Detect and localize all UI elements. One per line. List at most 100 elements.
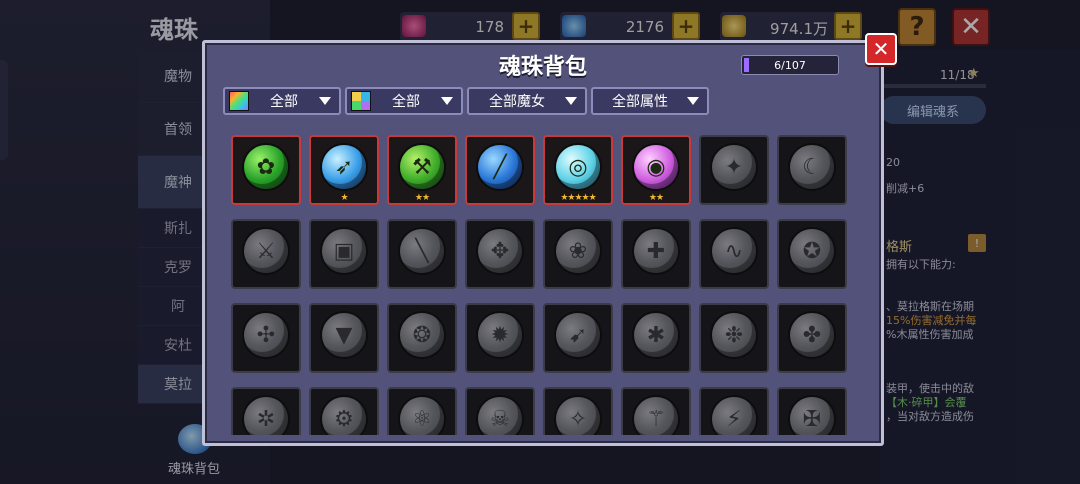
orb-slot[interactable]: ✣ <box>231 303 301 373</box>
locked-orb-icon: ➹ <box>556 313 600 357</box>
orb-emblem-icon: ✥ <box>490 238 510 264</box>
orb-slot[interactable]: ✤ <box>777 303 847 373</box>
orb-slot[interactable]: ➹ <box>543 303 613 373</box>
bag-capacity: 6/107 <box>741 55 839 75</box>
orb-slot[interactable]: ⚛ <box>387 387 457 435</box>
filter-label: 全部 <box>270 94 298 110</box>
orb-slot[interactable]: ⚙ <box>309 387 379 435</box>
orb-slot[interactable]: ✦ <box>699 135 769 205</box>
filter-witch-dropdown[interactable]: 全部魔女 <box>467 87 587 115</box>
locked-orb-icon: ✥ <box>478 229 522 273</box>
close-dialog-button[interactable]: ✕ <box>865 33 897 65</box>
star-rating: ★★★★★ <box>560 193 596 203</box>
filter-element-dropdown[interactable]: 全部 <box>223 87 341 115</box>
locked-orb-icon: ❀ <box>556 229 600 273</box>
locked-orb-icon: ☾ <box>790 145 834 189</box>
orb-slot[interactable]: ✥ <box>465 219 535 289</box>
orb-grid: ✿ ➶ ★ ⚒ ★★ ╱ ◎ ★★★★★ ◉ ★★ ✦ ☾ ⚔ ▣ ╲ ✥ ❀ ✚ ∿ ✪ ✣ ▼ ❂ ✹ ➹ ✱ ❉ ✤ ✲ ⚙ ⚛ ☠ ✧ ⚚… <box>229 135 859 435</box>
orb-emblem-icon: ✿ <box>256 154 276 180</box>
green-hammer-orb-icon: ⚒ <box>400 145 444 189</box>
filter-type-dropdown[interactable]: 全部 <box>345 87 463 115</box>
orb-slot[interactable]: ▼ <box>309 303 379 373</box>
locked-orb-icon: ⚙ <box>322 397 366 435</box>
orb-slot[interactable]: ∿ <box>699 219 769 289</box>
orb-slot[interactable]: ⚡ <box>699 387 769 435</box>
locked-orb-icon: ✦ <box>712 145 756 189</box>
blue-bow-orb-icon: ➶ <box>322 145 366 189</box>
orb-slot[interactable]: ✠ <box>777 387 847 435</box>
golden-ring-orb-icon: ◎ <box>556 145 600 189</box>
orb-slot[interactable]: ❂ <box>387 303 457 373</box>
capacity-fill <box>744 58 749 72</box>
filter-label: 全部魔女 <box>489 94 545 110</box>
filter-attribute-dropdown[interactable]: 全部属性 <box>591 87 709 115</box>
locked-orb-icon: ∿ <box>712 229 756 273</box>
star-rating: ★ <box>340 193 348 203</box>
orb-slot[interactable]: ◎ ★★★★★ <box>543 135 613 205</box>
star-rating: ★★ <box>648 193 664 203</box>
chevron-down-icon <box>441 97 453 105</box>
locked-orb-icon: ⚛ <box>400 397 444 435</box>
chevron-down-icon <box>565 97 577 105</box>
locked-orb-icon: ☠ <box>478 397 522 435</box>
chevron-down-icon <box>319 97 331 105</box>
orb-slot[interactable]: ✲ <box>231 387 301 435</box>
orb-slot[interactable]: ▣ <box>309 219 379 289</box>
orb-emblem-icon: ➶ <box>334 154 354 180</box>
orb-emblem-icon: ⚙ <box>334 406 354 432</box>
star-rating: ★★ <box>414 193 430 203</box>
orb-emblem-icon: ✱ <box>646 322 666 348</box>
orb-slot[interactable]: ✱ <box>621 303 691 373</box>
orb-emblem-icon: ⚔ <box>256 238 276 264</box>
locked-orb-icon: ❉ <box>712 313 756 357</box>
filter-label: 全部属性 <box>612 94 668 110</box>
orb-emblem-icon: ☠ <box>490 406 510 432</box>
orb-emblem-icon: ╲ <box>415 238 429 264</box>
orb-emblem-icon: ⚚ <box>646 406 666 432</box>
capacity-text: 6/107 <box>774 58 806 72</box>
orb-slot[interactable]: ╱ <box>465 135 535 205</box>
orb-slot[interactable]: ❀ <box>543 219 613 289</box>
orb-emblem-icon: ⚒ <box>412 154 432 180</box>
orb-emblem-icon: ❂ <box>412 322 432 348</box>
multicolor-grid-icon <box>351 91 371 111</box>
locked-orb-icon: ✠ <box>790 397 834 435</box>
locked-orb-icon: ✚ <box>634 229 678 273</box>
orb-slot[interactable]: ✧ <box>543 387 613 435</box>
rainbow-element-icon <box>229 91 249 111</box>
orb-slot[interactable]: ⚚ <box>621 387 691 435</box>
orb-slot[interactable]: ☠ <box>465 387 535 435</box>
orb-emblem-icon: ✚ <box>646 238 666 264</box>
orb-emblem-icon: ⚡ <box>726 406 742 432</box>
orb-emblem-icon: ✹ <box>490 322 510 348</box>
orb-slot[interactable]: ✪ <box>777 219 847 289</box>
locked-orb-icon: ✪ <box>790 229 834 273</box>
orb-emblem-icon: ✧ <box>568 406 588 432</box>
orb-emblem-icon: ✠ <box>802 406 822 432</box>
green-clover-orb-icon: ✿ <box>244 145 288 189</box>
orb-slot[interactable]: ☾ <box>777 135 847 205</box>
orb-emblem-icon: ✦ <box>724 154 744 180</box>
orb-emblem-icon: ➹ <box>568 322 588 348</box>
orb-slot[interactable]: ✚ <box>621 219 691 289</box>
orb-slot[interactable]: ❉ <box>699 303 769 373</box>
orb-slot[interactable]: ◉ ★★ <box>621 135 691 205</box>
orb-emblem-icon: ▼ <box>335 322 353 348</box>
orb-slot[interactable]: ➶ ★ <box>309 135 379 205</box>
orb-emblem-icon: ◉ <box>646 154 666 180</box>
locked-orb-icon: ✣ <box>244 313 288 357</box>
orb-slot[interactable]: ✿ <box>231 135 301 205</box>
orb-emblem-icon: ⚛ <box>412 406 432 432</box>
orb-slot[interactable]: ⚔ <box>231 219 301 289</box>
orb-emblem-icon: ❀ <box>568 238 588 264</box>
locked-orb-icon: ▣ <box>322 229 366 273</box>
locked-orb-icon: ✱ <box>634 313 678 357</box>
orb-emblem-icon: ✤ <box>802 322 822 348</box>
orb-emblem-icon: ☾ <box>802 154 822 180</box>
orb-emblem-icon: ✪ <box>802 238 822 264</box>
orb-emblem-icon: ∿ <box>724 238 744 264</box>
orb-slot[interactable]: ╲ <box>387 219 457 289</box>
orb-slot[interactable]: ✹ <box>465 303 535 373</box>
orb-slot[interactable]: ⚒ ★★ <box>387 135 457 205</box>
locked-orb-icon: ⚡ <box>712 397 756 435</box>
